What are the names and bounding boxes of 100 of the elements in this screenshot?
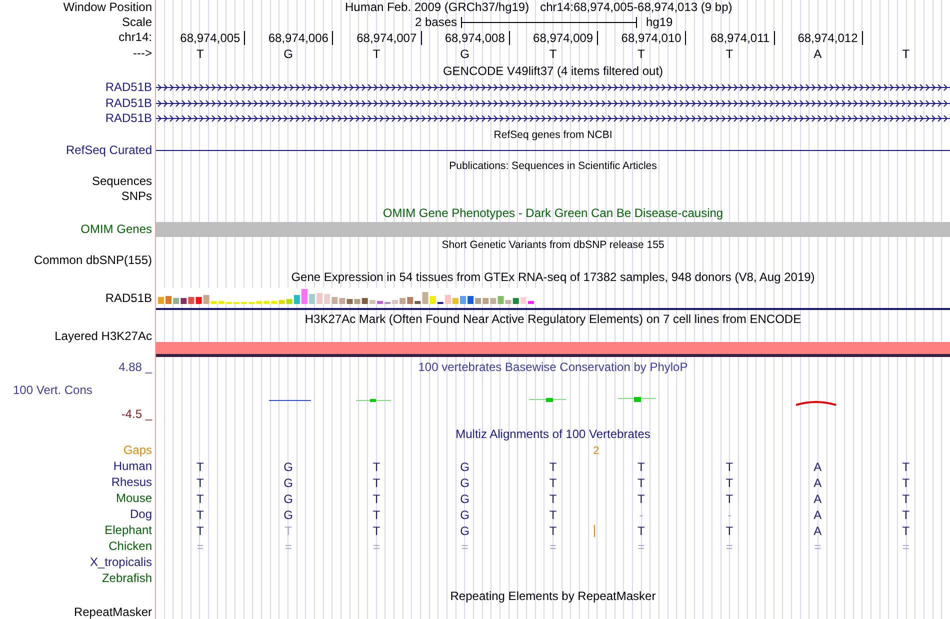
position-text: chr14:68,974,005-68,974,013 (9 bp): [540, 0, 732, 15]
track-label: chr14:: [118, 30, 153, 45]
base-letter: G: [460, 524, 470, 538]
base-letter: T: [549, 460, 557, 474]
base-letter: T: [902, 508, 910, 522]
base-letter: =: [196, 540, 204, 554]
axis-max-label: 4.88 _: [118, 360, 152, 374]
gene-drawing[interactable]: [156, 83, 950, 92]
track-label[interactable]: RAD51B: [105, 80, 152, 94]
base-letter: T: [638, 524, 645, 538]
coordinate-label: 68,974,011: [710, 31, 775, 45]
base-letter: T: [549, 508, 557, 522]
track-label[interactable]: RAD51B: [105, 111, 152, 125]
base-letter: T: [638, 47, 645, 61]
axis-min-label: -4.5 _: [121, 406, 152, 420]
track-title: Gene Expression in 54 tissues from GTEx RNA-seq of 17382 samples, 948 donors (V8, Aug 2019): [291, 270, 815, 284]
track-label[interactable]: RefSeq Curated: [66, 142, 152, 156]
base-letter: G: [460, 47, 470, 61]
base-letter: G: [460, 460, 470, 474]
assembly-text: Human Feb. 2009 (GRCh37/hg19): [345, 0, 530, 15]
base-letter: G: [284, 508, 293, 522]
species-label[interactable]: Dog: [130, 506, 152, 520]
base-letter: A: [814, 460, 822, 474]
base-letter: =: [638, 540, 645, 554]
base-letter: T: [196, 476, 204, 490]
base-letter: T: [726, 492, 734, 506]
track-label[interactable]: RepeatMasker: [74, 604, 152, 618]
gene-drawing[interactable]: [156, 98, 950, 108]
track-label[interactable]: Layered H3K27Ac: [54, 328, 152, 342]
track-label[interactable]: SNPs: [121, 188, 152, 202]
base-letter: T: [372, 47, 380, 61]
species-label[interactable]: Elephant: [104, 522, 152, 536]
coordinate-label: 68,974,008: [444, 31, 510, 45]
base-letter: G: [284, 492, 293, 506]
base-letter: T: [372, 524, 380, 538]
base-letter: =: [284, 540, 292, 554]
base-letter: T: [638, 460, 645, 474]
base-letter: T: [902, 492, 910, 506]
track-label[interactable]: RAD51B: [105, 96, 152, 110]
species-label[interactable]: Rhesus: [111, 474, 152, 488]
base-letter: T: [902, 47, 910, 61]
track-label[interactable]: 100 Vert. Cons: [0, 383, 92, 397]
gene-drawing[interactable]: [156, 114, 950, 124]
base-letter: G: [284, 476, 293, 490]
base-letter: A: [814, 476, 822, 490]
base-letter: T: [638, 476, 645, 490]
species-label[interactable]: X_tropicalis: [90, 554, 152, 568]
track-label[interactable]: Sequences: [92, 174, 152, 188]
base-letter: G: [460, 476, 470, 490]
base-letter: T: [549, 47, 557, 61]
base-letter: T: [549, 476, 557, 490]
base-letter: T: [638, 492, 645, 506]
base-letter: T: [372, 508, 380, 522]
base-letter: T: [372, 492, 380, 506]
base-letter: T: [196, 524, 204, 538]
base-letter: T: [196, 47, 204, 61]
base-letter: A: [814, 508, 822, 522]
base-letter: =: [549, 540, 556, 554]
track-label: Scale: [120, 15, 153, 30]
track-title: RefSeq genes from NCBI: [494, 128, 612, 140]
species-label[interactable]: Mouse: [116, 490, 152, 504]
base-letter: =: [373, 540, 380, 554]
base-letter: T: [902, 524, 910, 538]
track-title: Repeating Elements by RepeatMasker: [450, 588, 656, 602]
track-label: --->: [132, 46, 153, 61]
track-label[interactable]: Common dbSNP(155): [34, 252, 152, 266]
coordinate-label: 68,974,007: [356, 31, 422, 45]
species-label[interactable]: Human: [113, 458, 152, 472]
base-letter: =: [902, 540, 910, 554]
track-title: H3K27Ac Mark (Often Found Near Active Regulatory Elements) on 7 cell lines from ENCODE: [304, 312, 802, 326]
base-letter: A: [814, 524, 822, 538]
base-letter: T: [902, 476, 910, 490]
track-label: Window Position: [62, 0, 153, 15]
base-letter: A: [814, 492, 822, 506]
coordinate-label: 68,974,005: [180, 31, 246, 45]
base-letter: =: [726, 540, 733, 554]
base-letter: T: [726, 460, 734, 474]
track-title: OMIM Gene Phenotypes - Dark Green Can Be Disease-causing: [382, 206, 724, 220]
species-label[interactable]: Zebrafish: [102, 570, 152, 584]
base-letter: =: [814, 540, 822, 554]
base-letter: T: [372, 460, 380, 474]
gap-count: 2: [593, 444, 600, 458]
coordinate-label: 68,974,012: [798, 31, 863, 45]
signal-bar[interactable]: [156, 342, 950, 356]
assembly-text: hg19: [646, 15, 673, 30]
base-letter: T: [196, 492, 204, 506]
base-letter: -: [639, 508, 644, 522]
base-letter: T: [284, 524, 292, 538]
base-letter: T: [726, 524, 734, 538]
track-title: Short Genetic Variants from dbSNP release 155: [442, 238, 664, 250]
base-letter: G: [460, 492, 470, 506]
track-label[interactable]: RAD51B: [105, 290, 152, 304]
species-label[interactable]: Chicken: [108, 538, 152, 552]
track-title: Multiz Alignments of 100 Vertebrates: [456, 426, 650, 440]
coordinate-label: 68,974,009: [533, 31, 598, 45]
base-letter: -: [727, 508, 732, 522]
track-title: GENCODE V49lift37 (4 items filtered out): [442, 64, 664, 78]
base-letter: T: [902, 460, 910, 474]
track-label[interactable]: OMIM Genes: [80, 222, 152, 236]
coordinate-label: 68,974,010: [621, 31, 686, 45]
